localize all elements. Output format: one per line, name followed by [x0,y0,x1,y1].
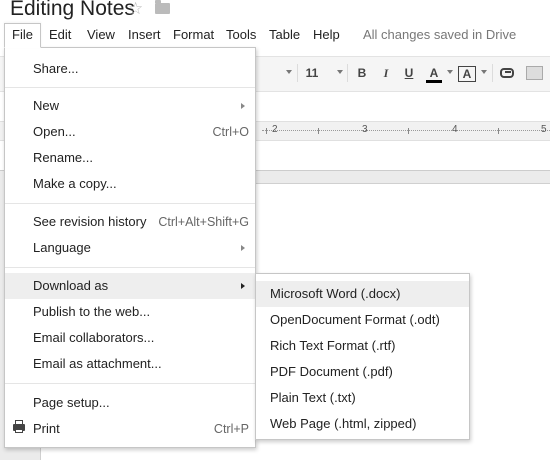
ruler-label: 3 [362,124,368,135]
menu-item-shortcut: Ctrl+O [212,125,249,139]
menu-item-label: New [33,98,60,113]
toolbar-divider [492,64,493,82]
link-icon[interactable] [500,68,514,78]
comment-icon[interactable] [526,66,543,80]
highlight-caret-icon[interactable] [481,70,487,74]
ruler-marker [408,128,409,134]
font-dropdown-caret-icon[interactable] [286,70,292,74]
ruler-ticks [262,130,550,133]
font-size-value[interactable]: 11 [305,65,319,81]
menu-item-label: Open... [33,124,76,139]
menu-view[interactable]: View [80,24,122,46]
download-option-rtf[interactable]: Rich Text Format (.rtf) [256,333,469,359]
file-menu: Share... New Open... Ctrl+O Rename... Ma… [4,47,256,448]
menu-file[interactable]: File [4,23,41,48]
menu-divider [5,87,255,88]
download-submenu: Microsoft Word (.docx) OpenDocument Form… [255,273,470,440]
menu-item-label: Rename... [33,150,93,165]
menu-item-email-attachment[interactable]: Email as attachment... [5,351,255,377]
menu-edit[interactable]: Edit [42,24,78,46]
menu-divider [5,383,255,384]
menu-item-language[interactable]: Language [5,235,255,261]
star-icon[interactable]: ☆ [128,0,143,19]
menu-item-download-as[interactable]: Download as [5,273,255,299]
toolbar-divider [347,64,348,82]
docs-window: Editing Notes ☆ File Edit View Insert Fo… [0,0,550,460]
download-option-label: PDF Document (.pdf) [270,364,393,379]
print-icon [13,420,25,433]
menu-table[interactable]: Table [262,24,307,46]
menu-divider [5,267,255,268]
download-option-label: Web Page (.html, zipped) [270,416,417,431]
ruler-marker [498,128,499,134]
italic-button[interactable]: I [379,65,393,81]
menu-item-label: Download as [33,278,109,293]
highlight-color-button[interactable]: A [458,66,476,82]
menubar: File Edit View Insert Format Tools Table… [4,23,550,48]
menu-item-label: Language [33,240,91,255]
bold-button[interactable]: B [355,65,369,81]
menu-item-make-copy[interactable]: Make a copy... [5,171,255,197]
download-option-label: OpenDocument Format (.odt) [270,312,440,327]
menu-item-label: Publish to the web... [33,304,151,319]
text-color-button[interactable]: A [426,65,442,81]
ruler-label: 2 [272,124,278,135]
menu-item-print[interactable]: Print Ctrl+P [5,416,255,442]
chevron-right-icon [241,103,245,109]
menu-item-label: See revision history [33,214,147,229]
menu-divider [5,203,255,204]
menu-item-label: Share... [33,61,79,76]
toolbar-divider [297,64,298,82]
menu-tools[interactable]: Tools [219,24,263,46]
download-option-label: Rich Text Format (.rtf) [270,338,396,353]
menu-item-label: Page setup... [33,395,110,410]
menu-item-shortcut: Ctrl+P [213,422,249,436]
ruler-label: 4 [452,124,458,135]
menu-insert[interactable]: Insert [121,24,168,46]
menu-help[interactable]: Help [306,24,347,46]
menu-item-rename[interactable]: Rename... [5,145,255,171]
underline-button[interactable]: U [402,65,416,81]
menu-item-email-collaborators[interactable]: Email collaborators... [5,325,255,351]
menu-item-publish[interactable]: Publish to the web... [5,299,255,325]
ruler-marker [318,128,319,134]
download-option-pdf[interactable]: PDF Document (.pdf) [256,359,469,385]
download-option-label: Microsoft Word (.docx) [270,286,401,301]
menu-item-share[interactable]: Share... [5,56,255,82]
download-option-html[interactable]: Web Page (.html, zipped) [256,411,469,437]
download-option-label: Plain Text (.txt) [270,390,356,405]
ruler-label: 5 [541,124,547,135]
menu-item-label: Email as attachment... [33,356,162,371]
download-option-docx[interactable]: Microsoft Word (.docx) [256,281,469,307]
chevron-right-icon [241,245,245,251]
save-status[interactable]: All changes saved in Drive [363,24,516,46]
menu-item-label: Email collaborators... [33,330,155,345]
menu-item-revision-history[interactable]: See revision history Ctrl+Alt+Shift+G [5,209,255,235]
menu-item-shortcut: Ctrl+Alt+Shift+G [158,215,249,229]
download-option-odt[interactable]: OpenDocument Format (.odt) [256,307,469,333]
menu-item-page-setup[interactable]: Page setup... [5,390,255,416]
download-option-txt[interactable]: Plain Text (.txt) [256,385,469,411]
menu-item-label: Print [33,421,60,436]
menu-format[interactable]: Format [166,24,221,46]
menu-item-label: Make a copy... [33,176,117,191]
document-title[interactable]: Editing Notes [10,0,135,21]
font-size-caret-icon[interactable] [337,70,343,74]
text-color-swatch [426,80,442,83]
folder-icon[interactable] [155,0,170,14]
ruler-marker [266,128,267,134]
text-color-caret-icon[interactable] [447,70,453,74]
chevron-right-icon [241,283,245,289]
menu-item-open[interactable]: Open... Ctrl+O [5,119,255,145]
menu-item-new[interactable]: New [5,93,255,119]
